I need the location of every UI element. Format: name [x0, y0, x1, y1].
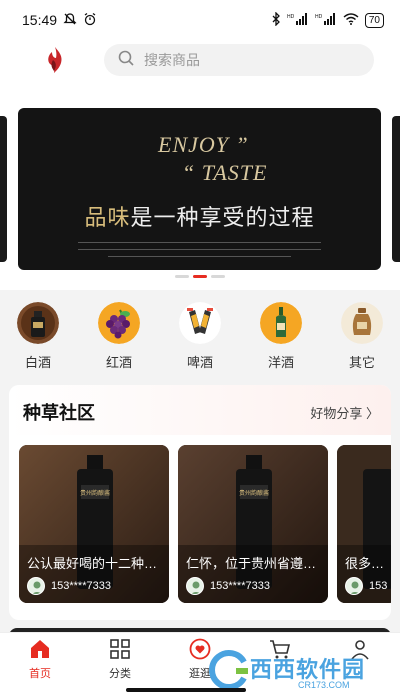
- status-time: 15:49: [22, 12, 58, 28]
- svg-text:HD: HD: [287, 14, 295, 20]
- banner-fine-print-line: [108, 256, 291, 257]
- card-title: 很多人…: [345, 556, 391, 571]
- banner-fine-print-line: [78, 242, 321, 243]
- card-author-name: 153: [369, 580, 388, 592]
- mute-bell-icon: [63, 12, 77, 29]
- banner-slogan: 品味是一种享受的过程: [18, 200, 381, 232]
- category-pijiu[interactable]: 啤酒: [170, 302, 230, 371]
- tab-home[interactable]: 首页: [10, 637, 70, 681]
- signal-icon-2: HD: [315, 12, 337, 28]
- community-section: 种草社区 好物分享 〉 贵州韵酿酱 公认最好喝的十二种不… 153****733…: [9, 385, 391, 620]
- community-card[interactable]: 很多人… 153: [337, 445, 391, 603]
- banner-next-peek[interactable]: [392, 116, 400, 262]
- community-more-link[interactable]: 好物分享 〉: [310, 403, 379, 422]
- banner-fine-print-line: [78, 249, 321, 250]
- baijiu-bottle-icon: [17, 302, 59, 344]
- community-card[interactable]: 贵州韵酿酱 仁怀，位于贵州省遵义… 153****7333: [178, 445, 328, 603]
- card-title: 仁怀，位于贵州省遵义…: [186, 556, 320, 571]
- status-bar: 15:49 HD HD 70: [0, 0, 400, 40]
- svg-text:贵州韵酿酱: 贵州韵酿酱: [80, 489, 110, 497]
- banner-carousel[interactable]: ENJOY ” “ TASTE 品味是一种享受的过程: [0, 82, 400, 290]
- category-row: 白酒 红酒 啤酒 洋酒 其它: [0, 290, 400, 380]
- category-baijiu[interactable]: 白酒: [8, 302, 68, 371]
- community-card[interactable]: 贵州韵酿酱 公认最好喝的十二种不… 153****7333: [19, 445, 169, 603]
- banner-line-1: ENJOY ”: [158, 132, 249, 157]
- carousel-dots: [0, 275, 400, 278]
- signal-icon: HD: [287, 12, 309, 28]
- card-author-name: 153****7333: [210, 580, 270, 592]
- search-header: 搜索商品: [0, 40, 400, 82]
- card-title: 公认最好喝的十二种不…: [27, 556, 161, 571]
- wifi-icon: [343, 12, 359, 28]
- avatar: [186, 577, 204, 595]
- avatar: [345, 577, 363, 595]
- carousel-dot[interactable]: [175, 275, 189, 278]
- banner-prev-peek[interactable]: [0, 116, 7, 262]
- wine-bottle-icon: [260, 302, 302, 344]
- alarm-icon: [83, 12, 97, 29]
- jar-icon: [341, 302, 383, 344]
- category-label: 红酒: [105, 355, 132, 370]
- tab-label: 分类: [109, 668, 131, 680]
- category-label: 白酒: [24, 355, 51, 370]
- banner-slide[interactable]: ENJOY ” “ TASTE 品味是一种享受的过程: [18, 108, 381, 270]
- banner-slogan-highlight: 品味: [84, 206, 131, 231]
- category-qita[interactable]: 其它: [332, 302, 392, 371]
- beer-icon: [179, 302, 221, 344]
- grapes-icon: [98, 302, 140, 344]
- tab-category[interactable]: 分类: [90, 637, 150, 681]
- card-author: 153****7333: [186, 577, 270, 595]
- category-label: 其它: [348, 355, 375, 370]
- bluetooth-icon: [271, 10, 281, 29]
- banner-line-2: “ TASTE: [182, 160, 268, 185]
- carousel-dot[interactable]: [211, 275, 225, 278]
- app-logo-icon: [44, 46, 66, 74]
- home-icon: [28, 637, 52, 661]
- category-label: 啤酒: [186, 355, 213, 370]
- card-author: 153****7333: [27, 577, 111, 595]
- svg-text:贵州韵酿酱: 贵州韵酿酱: [239, 489, 269, 497]
- card-author: 153: [345, 577, 387, 595]
- banner-slogan-rest: 是一种享受的过程: [130, 206, 315, 231]
- home-indicator: [126, 688, 246, 692]
- community-header: 种草社区 好物分享 〉: [9, 385, 391, 435]
- search-icon: [118, 50, 134, 71]
- community-title: 种草社区: [23, 403, 95, 423]
- carousel-dot-active[interactable]: [193, 275, 207, 278]
- category-label: 洋酒: [267, 355, 294, 370]
- svg-text:HD: HD: [315, 14, 323, 20]
- category-hongjiu[interactable]: 红酒: [89, 302, 149, 371]
- grid-icon: [108, 637, 132, 661]
- search-placeholder: 搜索商品: [144, 52, 200, 68]
- avatar: [27, 577, 45, 595]
- tab-label: 首页: [29, 668, 51, 680]
- card-author-name: 153****7333: [51, 580, 111, 592]
- battery-indicator: 70: [364, 12, 384, 28]
- category-yangjiu[interactable]: 洋酒: [251, 302, 311, 371]
- search-input[interactable]: 搜索商品: [104, 44, 374, 76]
- watermark-url: CR173.COM: [298, 680, 350, 690]
- watermark-logo-icon: [209, 650, 248, 690]
